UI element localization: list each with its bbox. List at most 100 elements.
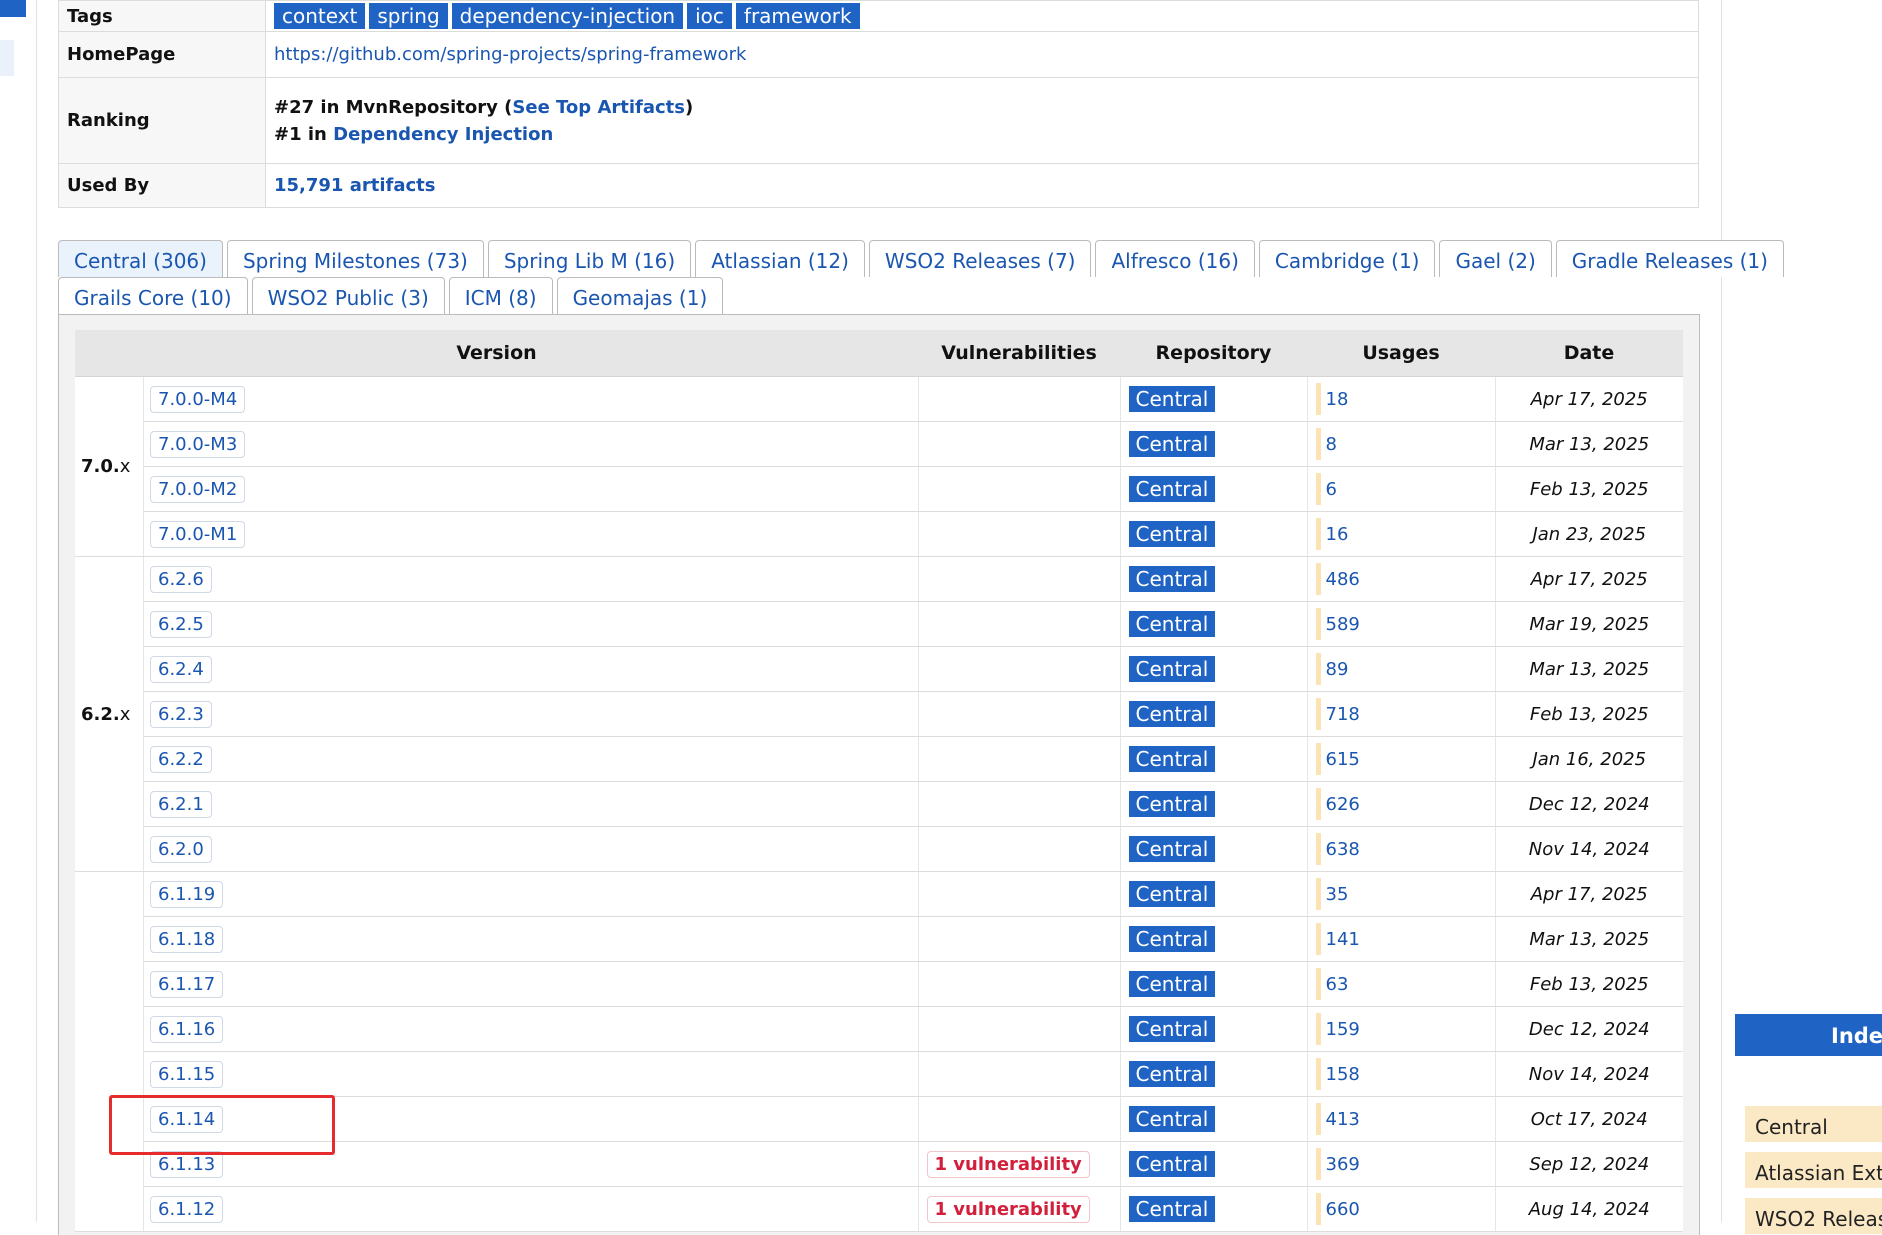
- sidebar-item-wso2[interactable]: WSO2 Releas: [1745, 1198, 1882, 1234]
- artifact-info-table: Tags context spring dependency-injection io…: [58, 0, 1699, 208]
- repo-tab[interactable]: Central (306): [58, 240, 223, 277]
- sidebar-item-central[interactable]: Central: [1745, 1106, 1882, 1142]
- vulnerability-cell: [917, 601, 1120, 647]
- version-link[interactable]: 6.1.18: [150, 925, 224, 953]
- usage-bar: [1315, 923, 1321, 955]
- usages-link[interactable]: 486: [1326, 569, 1360, 590]
- repository-badge[interactable]: Central: [1128, 926, 1216, 952]
- usages-link[interactable]: 63: [1326, 974, 1349, 995]
- tag-ioc[interactable]: ioc: [687, 3, 732, 29]
- repo-tab[interactable]: Spring Milestones (73): [226, 240, 484, 277]
- repository-badge[interactable]: Central: [1128, 1106, 1216, 1132]
- version-row: 6.1.16 Central 159 Dec 12, 2024: [75, 1006, 1683, 1052]
- repository-badge[interactable]: Central: [1128, 881, 1216, 907]
- repo-tab[interactable]: Gael (2): [1439, 240, 1552, 277]
- version-link[interactable]: 7.0.0-M3: [150, 430, 246, 458]
- usages-link[interactable]: 141: [1326, 929, 1360, 950]
- usage-bar: [1315, 1193, 1321, 1225]
- repo-tab[interactable]: Spring Lib M (16): [487, 240, 692, 277]
- usages-link[interactable]: 369: [1326, 1154, 1360, 1175]
- repository-badge[interactable]: Central: [1128, 656, 1216, 682]
- tag-framework[interactable]: framework: [735, 3, 860, 29]
- usages-link[interactable]: 589: [1326, 614, 1360, 635]
- tag-spring[interactable]: spring: [369, 3, 448, 29]
- repository-badge[interactable]: Central: [1128, 611, 1216, 637]
- dependency-injection-link[interactable]: Dependency Injection: [333, 124, 553, 145]
- repository-badge[interactable]: Central: [1128, 521, 1216, 547]
- repository-badge[interactable]: Central: [1128, 1061, 1216, 1087]
- usages-link[interactable]: 89: [1326, 659, 1349, 680]
- usages-link[interactable]: 35: [1326, 884, 1349, 905]
- usages-link[interactable]: 718: [1326, 704, 1360, 725]
- repository-badge[interactable]: Central: [1128, 836, 1216, 862]
- version-link[interactable]: 6.2.4: [150, 655, 212, 683]
- repository-badge[interactable]: Central: [1128, 476, 1216, 502]
- repo-tab[interactable]: Grails Core (10): [58, 277, 248, 314]
- version-cell: 6.1.15: [143, 1051, 918, 1097]
- vulnerability-badge[interactable]: 1 vulnerability: [926, 1150, 1090, 1178]
- sidebar-item-atlassian[interactable]: Atlassian Exte: [1745, 1152, 1882, 1188]
- repository-badge[interactable]: Central: [1128, 1196, 1216, 1222]
- usages-link[interactable]: 159: [1326, 1019, 1360, 1040]
- usages-link[interactable]: 16: [1326, 524, 1349, 545]
- repo-tab[interactable]: Gradle Releases (1): [1555, 240, 1784, 277]
- repo-tab[interactable]: Geomajas (1): [556, 277, 724, 314]
- repository-badge[interactable]: Central: [1128, 386, 1216, 412]
- usages-link[interactable]: 626: [1326, 794, 1360, 815]
- usages-link[interactable]: 638: [1326, 839, 1360, 860]
- vulnerability-cell: [917, 1051, 1120, 1097]
- repository-badge[interactable]: Central: [1128, 971, 1216, 997]
- usages-link[interactable]: 615: [1326, 749, 1360, 770]
- vulnerability-badge[interactable]: 1 vulnerability: [926, 1195, 1090, 1223]
- version-link[interactable]: 6.2.5: [150, 610, 212, 638]
- usages-link[interactable]: 158: [1326, 1064, 1360, 1085]
- usages-link[interactable]: 18: [1326, 389, 1349, 410]
- version-link[interactable]: 6.1.16: [150, 1015, 224, 1043]
- version-link[interactable]: 6.1.12: [150, 1195, 224, 1223]
- repository-badge[interactable]: Central: [1128, 431, 1216, 457]
- ranking-category: #1 in Dependency Injection: [274, 123, 554, 145]
- index-header: Index: [1735, 1014, 1882, 1056]
- repository-badge[interactable]: Central: [1128, 746, 1216, 772]
- vulnerability-cell: [917, 691, 1120, 737]
- repo-tab[interactable]: Alfresco (16): [1095, 240, 1255, 277]
- see-top-artifacts-link[interactable]: See Top Artifacts: [512, 97, 685, 118]
- version-link[interactable]: 6.2.0: [150, 835, 212, 863]
- version-cell: 6.1.17: [143, 961, 918, 1007]
- version-link[interactable]: 7.0.0-M2: [150, 475, 246, 503]
- repository-badge[interactable]: Central: [1128, 1016, 1216, 1042]
- usages-link[interactable]: 6: [1326, 479, 1337, 500]
- repository-badge[interactable]: Central: [1128, 701, 1216, 727]
- repo-tab[interactable]: Cambridge (1): [1258, 240, 1436, 277]
- homepage-link[interactable]: https://github.com/spring-projects/sprin…: [274, 44, 746, 65]
- version-link[interactable]: 6.2.6: [150, 565, 212, 593]
- version-link[interactable]: 6.1.17: [150, 970, 224, 998]
- repo-tab[interactable]: WSO2 Releases (7): [868, 240, 1092, 277]
- usages-link[interactable]: 8: [1326, 434, 1337, 455]
- repo-tab[interactable]: ICM (8): [448, 277, 553, 314]
- usages-cell: 615: [1306, 736, 1495, 782]
- usedby-link[interactable]: 15,791 artifacts: [274, 175, 436, 196]
- version-cell: 6.2.2: [143, 736, 918, 782]
- version-link[interactable]: 6.1.19: [150, 880, 224, 908]
- repository-badge[interactable]: Central: [1128, 566, 1216, 592]
- repository-cell: Central: [1119, 961, 1307, 1007]
- version-link[interactable]: 6.2.2: [150, 745, 212, 773]
- tag-dependency-injection[interactable]: dependency-injection: [451, 3, 684, 29]
- repository-badge[interactable]: Central: [1128, 791, 1216, 817]
- usages-link[interactable]: 413: [1326, 1109, 1360, 1130]
- tag-context[interactable]: context: [274, 3, 366, 29]
- repo-tab[interactable]: Atlassian (12): [695, 240, 865, 277]
- repository-badge[interactable]: Central: [1128, 1151, 1216, 1177]
- version-link[interactable]: 7.0.0-M1: [150, 520, 246, 548]
- vulnerabilities-header: Vulnerabilities: [918, 330, 1120, 377]
- version-cell: 6.2.0: [143, 826, 918, 872]
- version-link[interactable]: 6.2.1: [150, 790, 212, 818]
- version-cell: 7.0.0-M1: [143, 511, 918, 557]
- repo-tab[interactable]: WSO2 Public (3): [251, 277, 445, 314]
- version-link[interactable]: 6.1.15: [150, 1060, 224, 1088]
- usages-link[interactable]: 660: [1326, 1199, 1360, 1220]
- version-link[interactable]: 6.2.3: [150, 700, 212, 728]
- version-link[interactable]: 7.0.0-M4: [150, 385, 246, 413]
- usages-header: Usages: [1307, 330, 1495, 377]
